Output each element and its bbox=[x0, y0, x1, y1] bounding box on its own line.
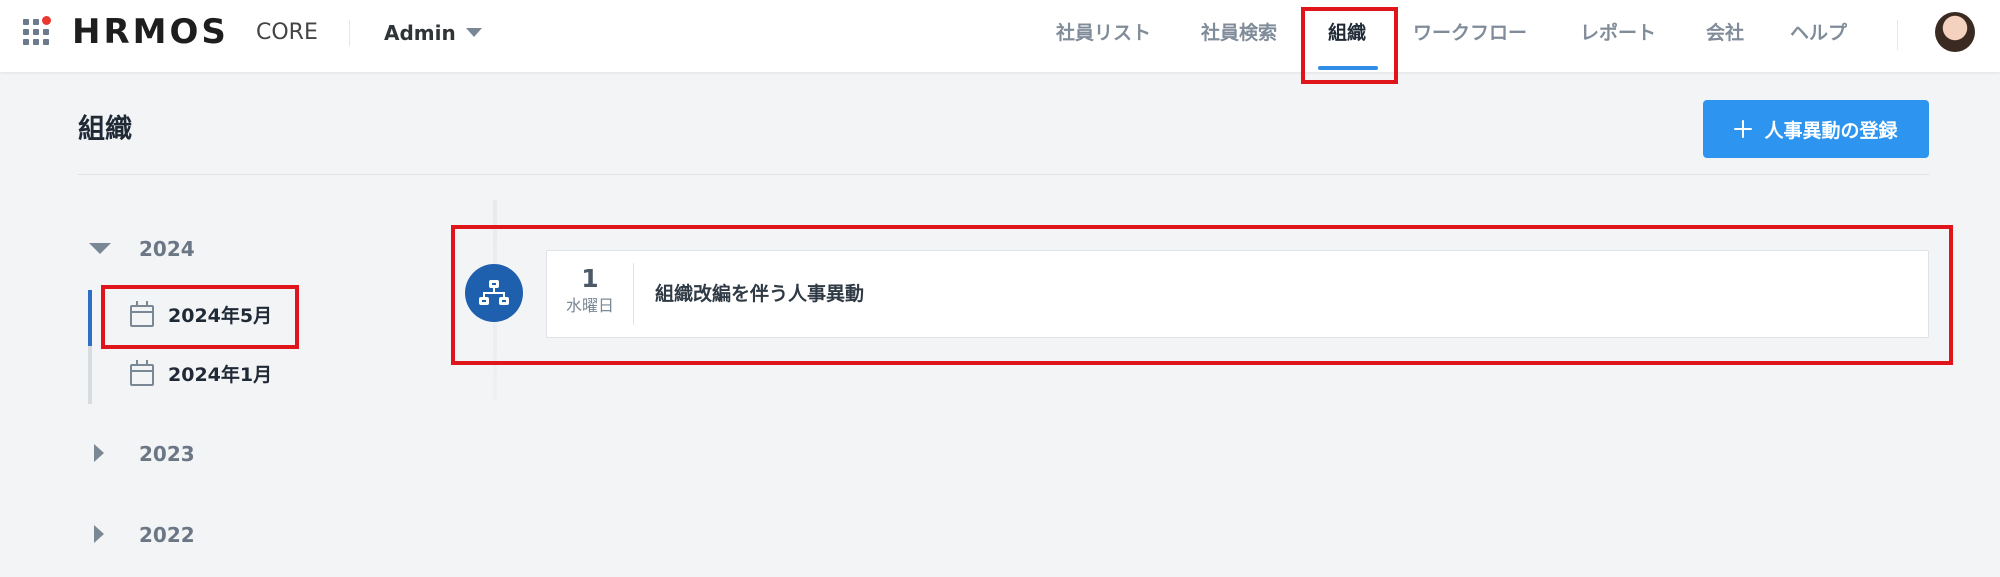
highlight-box-nav bbox=[1301, 7, 1398, 84]
tree-year-2022[interactable]: 2022 bbox=[139, 520, 195, 550]
tree-month-label: 2024年1月 bbox=[168, 364, 273, 386]
header-divider bbox=[349, 20, 350, 46]
caret-down-icon[interactable] bbox=[89, 243, 111, 254]
hrmos-logo[interactable]: HRMOS bbox=[72, 12, 229, 52]
nav-workflow[interactable]: ワークフロー bbox=[1413, 18, 1527, 48]
app-launcher-icon[interactable] bbox=[23, 16, 53, 46]
top-navigation-bar: HRMOS CORE Admin 社員リスト 社員検索 組織 ワークフロー レポ… bbox=[0, 0, 2000, 72]
nav-employee-search[interactable]: 社員検索 bbox=[1201, 18, 1277, 48]
tree-year-2023[interactable]: 2023 bbox=[139, 439, 195, 469]
nav-employee-list[interactable]: 社員リスト bbox=[1056, 18, 1151, 48]
page-title: 組織 bbox=[78, 114, 132, 145]
register-transfer-button-label: 人事異動の登録 bbox=[1764, 119, 1898, 142]
calendar-icon bbox=[130, 360, 154, 386]
product-name: CORE bbox=[256, 20, 318, 45]
tree-month-2024-01[interactable]: 2024年1月 bbox=[130, 359, 272, 391]
user-avatar[interactable] bbox=[1935, 12, 1975, 52]
role-selector-label[interactable]: Admin bbox=[384, 18, 456, 48]
caret-right-icon[interactable] bbox=[94, 525, 104, 543]
highlight-box-event bbox=[451, 225, 1953, 365]
tree-rail-active bbox=[88, 290, 92, 346]
caret-right-icon[interactable] bbox=[94, 444, 104, 462]
nav-report[interactable]: レポート bbox=[1580, 18, 1656, 48]
highlight-box-month bbox=[101, 285, 299, 349]
plus-icon bbox=[1734, 120, 1753, 138]
nav-help[interactable]: ヘルプ bbox=[1790, 18, 1847, 48]
page-header-divider bbox=[78, 174, 1929, 175]
register-transfer-button[interactable]: 人事異動の登録 bbox=[1703, 100, 1929, 158]
tree-year-2024[interactable]: 2024 bbox=[139, 234, 195, 264]
nav-company[interactable]: 会社 bbox=[1706, 18, 1744, 48]
header-divider bbox=[1897, 20, 1898, 50]
chevron-down-icon[interactable] bbox=[466, 28, 482, 37]
